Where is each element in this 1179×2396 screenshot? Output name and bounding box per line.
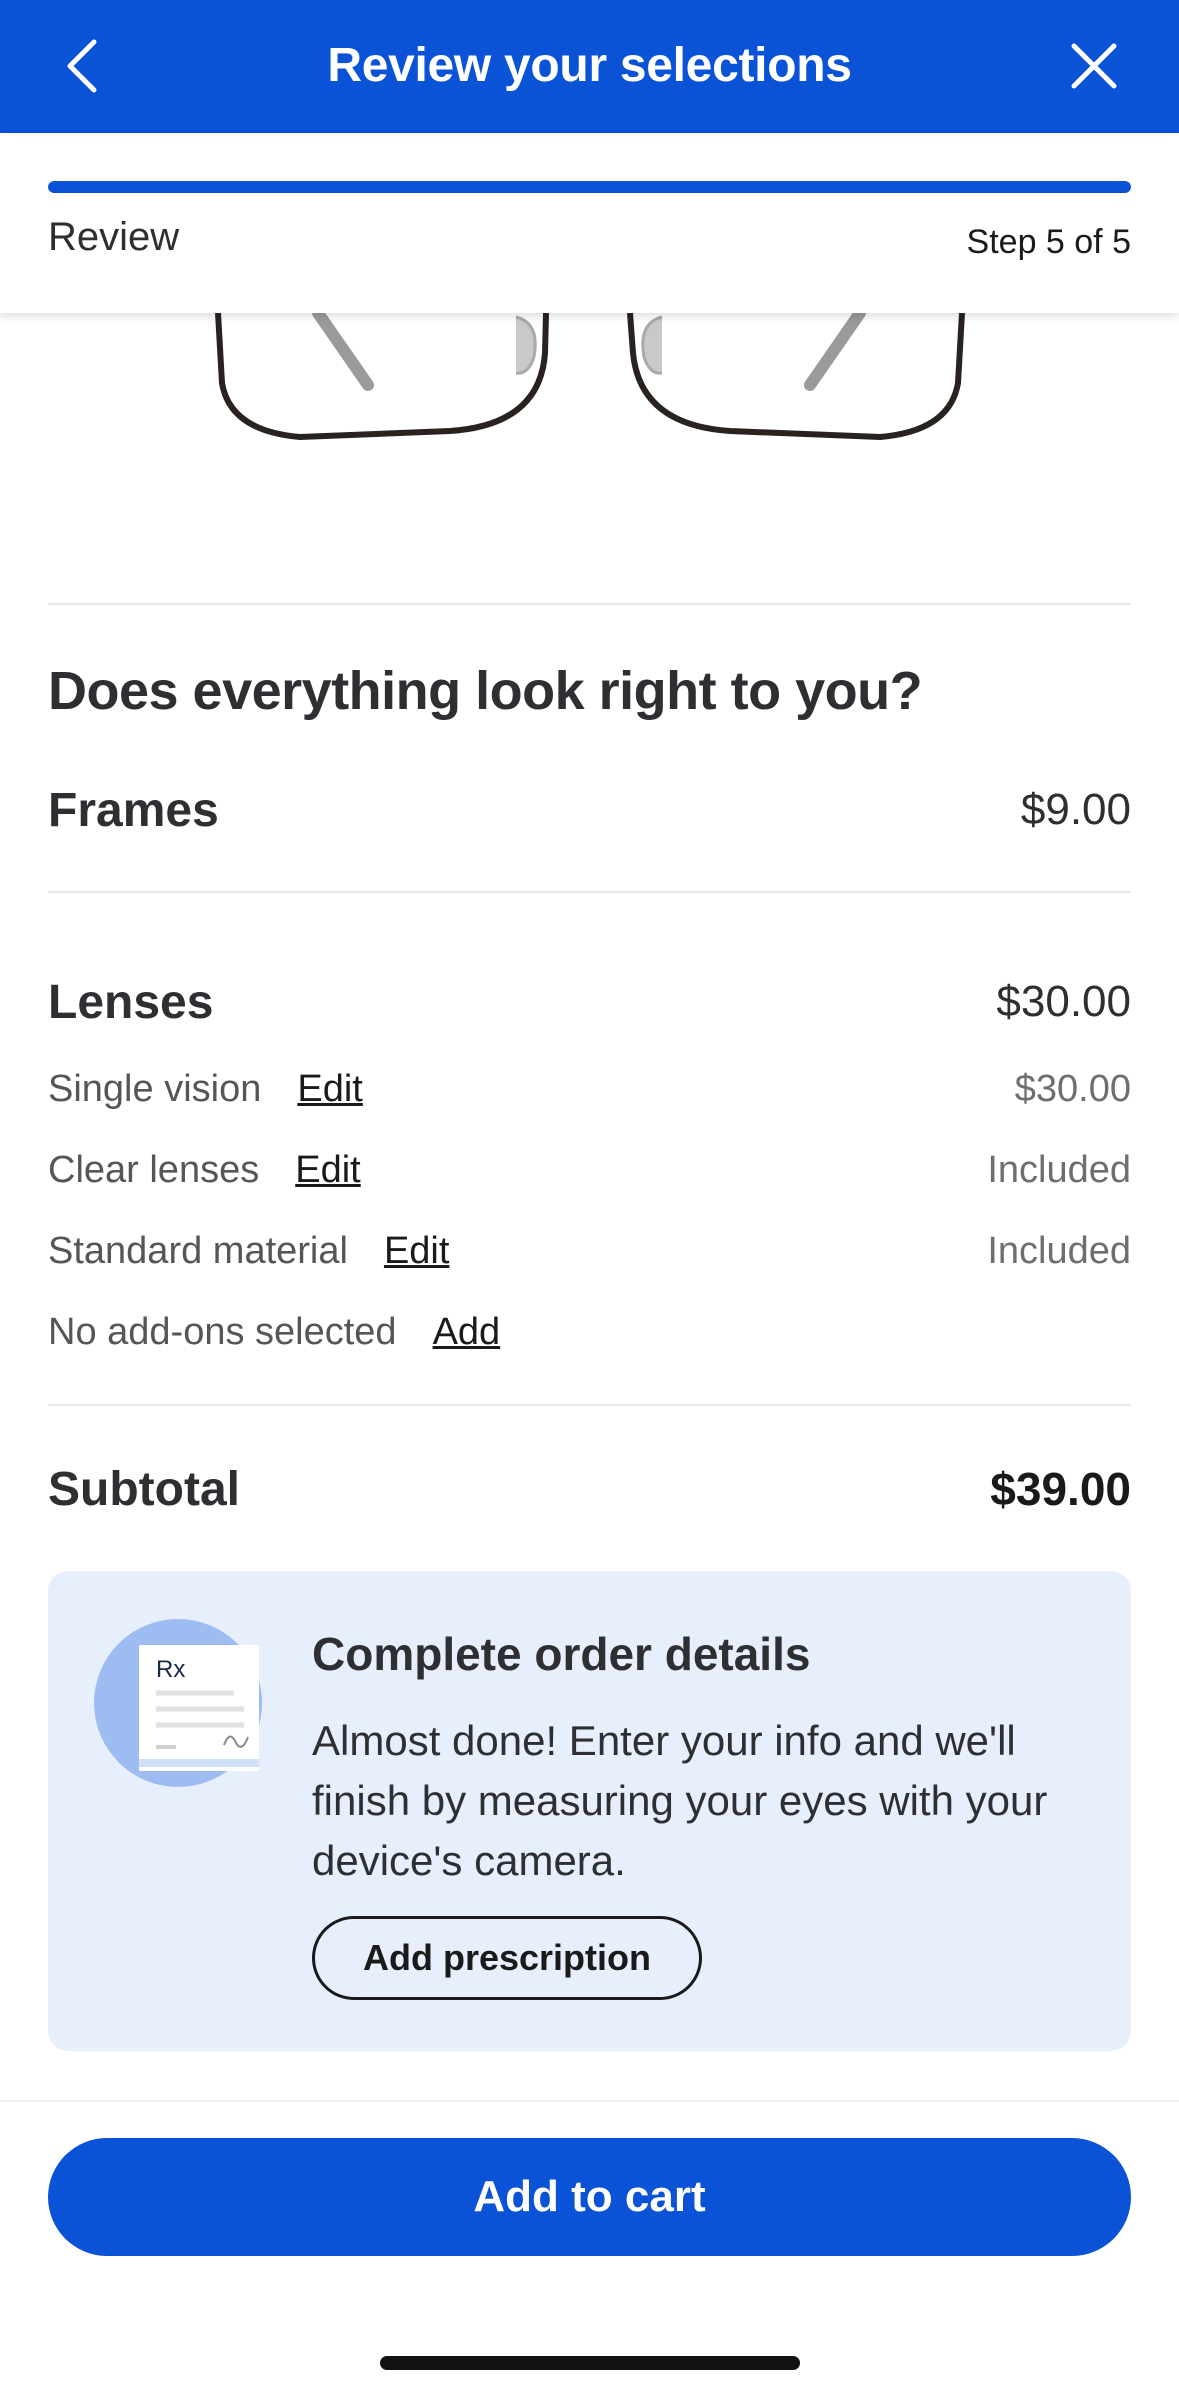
lens-option-label: Standard material bbox=[48, 1230, 348, 1272]
edit-lens-tint-link[interactable]: Edit bbox=[295, 1149, 360, 1191]
lens-option-value: Included bbox=[987, 1230, 1131, 1272]
frames-price: $9.00 bbox=[1020, 785, 1131, 834]
page-title: Review your selections bbox=[327, 39, 852, 92]
edit-lens-material-link[interactable]: Edit bbox=[384, 1230, 449, 1272]
lens-option-row: Clear lenses Edit bbox=[48, 1149, 361, 1192]
add-addons-link[interactable]: Add bbox=[433, 1311, 501, 1353]
lens-option-row: Standard material Edit bbox=[48, 1230, 449, 1273]
divider bbox=[48, 891, 1131, 893]
progress-fill bbox=[48, 181, 1131, 193]
step-count: Step 5 of 5 bbox=[966, 223, 1131, 261]
lenses-label: Lenses bbox=[48, 976, 214, 1029]
lens-option-value: $30.00 bbox=[1014, 1068, 1131, 1110]
prescription-icon: Rx bbox=[94, 1619, 262, 1787]
rx-text: Rx bbox=[156, 1656, 185, 1683]
divider bbox=[48, 603, 1131, 605]
lens-option-row: No add-ons selected Add bbox=[48, 1311, 500, 1354]
lens-option-value: Included bbox=[987, 1149, 1131, 1191]
add-to-cart-button[interactable]: Add to cart bbox=[48, 2138, 1131, 2256]
subtotal-value: $39.00 bbox=[990, 1463, 1131, 1515]
lens-option-label: Single vision bbox=[48, 1068, 262, 1110]
card-title: Complete order details bbox=[312, 1628, 811, 1680]
lens-option-label: No add-ons selected bbox=[48, 1311, 397, 1353]
review-question: Does everything look right to you? bbox=[48, 661, 923, 721]
top-header: Review your selections bbox=[0, 0, 1179, 133]
footer-divider bbox=[0, 2100, 1179, 2102]
close-icon[interactable] bbox=[1068, 40, 1120, 92]
add-prescription-button[interactable]: Add prescription bbox=[312, 1916, 702, 2000]
lens-option-row: Single vision Edit bbox=[48, 1068, 363, 1111]
lenses-price: $30.00 bbox=[996, 977, 1131, 1026]
progress-bar bbox=[48, 181, 1131, 193]
glasses-image bbox=[0, 313, 1179, 453]
card-body: Almost done! Enter your info and we'll f… bbox=[312, 1717, 1048, 1884]
edit-lens-type-link[interactable]: Edit bbox=[297, 1068, 362, 1110]
subtotal-label: Subtotal bbox=[48, 1463, 240, 1516]
progress-section: Review Step 5 of 5 bbox=[0, 133, 1179, 313]
frames-label: Frames bbox=[48, 784, 219, 837]
complete-order-card: Rx Complete order details Almost done! E… bbox=[48, 1571, 1131, 2051]
divider bbox=[48, 1404, 1131, 1406]
lens-option-label: Clear lenses bbox=[48, 1149, 260, 1191]
home-indicator bbox=[380, 2356, 800, 2370]
step-label: Review bbox=[48, 215, 180, 259]
